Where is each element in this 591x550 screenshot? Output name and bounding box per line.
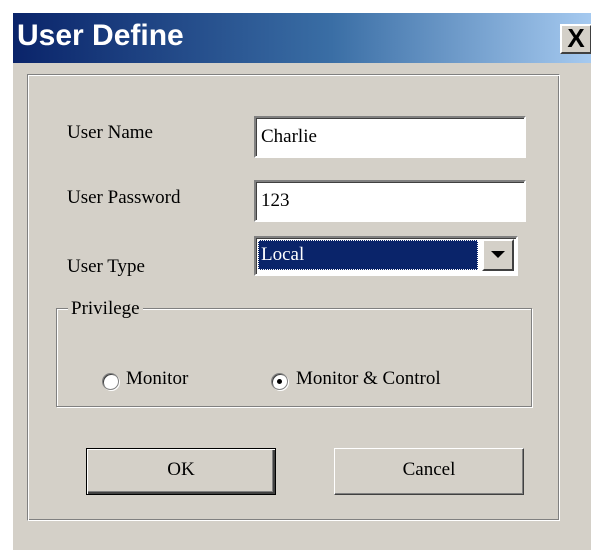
radio-monitor-label[interactable]: Monitor — [126, 368, 188, 390]
close-icon: X — [567, 23, 585, 53]
ok-button[interactable]: OK — [86, 448, 276, 495]
cancel-button[interactable]: Cancel — [334, 448, 524, 495]
user-password-input[interactable] — [254, 180, 526, 222]
title-bar[interactable]: User Define X — [13, 13, 591, 63]
dialog-title: User Define — [17, 19, 184, 52]
radio-monitor-control[interactable] — [271, 373, 288, 390]
radio-selected-dot — [277, 379, 282, 384]
user-type-select[interactable]: Local — [254, 236, 518, 276]
privilege-group — [56, 308, 532, 407]
privilege-legend: Privilege — [68, 298, 143, 320]
user-type-label: User Type — [67, 256, 145, 277]
radio-monitor-control-label[interactable]: Monitor & Control — [296, 368, 441, 390]
close-button[interactable]: X — [560, 24, 591, 54]
chevron-down-icon[interactable] — [482, 239, 514, 271]
user-name-label: User Name — [67, 122, 153, 143]
user-password-label: User Password — [67, 187, 181, 208]
user-name-input[interactable] — [254, 116, 526, 158]
radio-monitor[interactable] — [102, 373, 119, 390]
user-type-selected-value: Local — [258, 240, 478, 270]
